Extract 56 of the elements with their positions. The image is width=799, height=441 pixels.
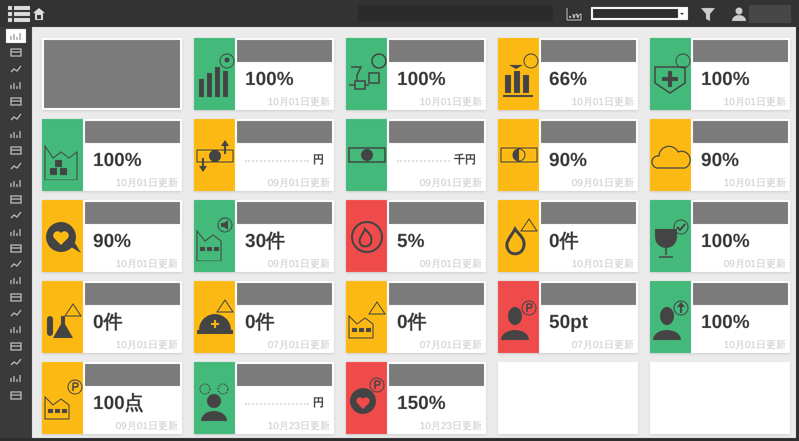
chart-icon	[10, 112, 22, 122]
chart-icon	[10, 96, 22, 106]
metric-value: 円	[313, 398, 324, 409]
metric-value: 100点	[93, 394, 144, 413]
chart-icon	[10, 64, 22, 74]
filter-icon[interactable]	[701, 6, 715, 20]
chart-icon	[10, 47, 22, 58]
chart-icon	[10, 226, 22, 237]
chart-icon	[10, 373, 22, 384]
metric-value: 100%	[93, 151, 142, 170]
chart-icon	[10, 259, 22, 270]
chart-icon	[10, 178, 22, 188]
metric-value: 100%	[701, 232, 750, 251]
chart-icon	[10, 356, 22, 367]
sidebar-item[interactable]	[6, 29, 26, 43]
chart-icon	[10, 145, 22, 156]
metric-value: 30件	[245, 232, 286, 251]
metric-value: 90%	[93, 232, 132, 251]
metric-value: 100%	[701, 313, 750, 332]
metric-value: 50pt	[549, 313, 588, 332]
metric-value: 150%	[397, 394, 446, 413]
chart-icon	[10, 80, 22, 90]
chart-icon	[10, 390, 22, 400]
chart-icon	[10, 340, 22, 351]
user-icon[interactable]	[732, 6, 746, 20]
dotted-line	[245, 159, 309, 162]
home-icon[interactable]	[33, 8, 45, 20]
metric-value: 100%	[397, 70, 446, 89]
chart-icon	[10, 194, 22, 204]
dotted-line	[397, 159, 450, 162]
menu-icon[interactable]	[8, 6, 30, 22]
metric-value: 100%	[701, 70, 750, 89]
metric-value: 0件	[549, 232, 579, 251]
metric-value: 0件	[245, 313, 275, 332]
metric-value: 90%	[701, 151, 740, 170]
chart-icon	[10, 275, 22, 286]
metric-value: 5%	[397, 232, 424, 251]
dropdown[interactable]	[591, 7, 688, 20]
chart-icon	[10, 161, 22, 172]
metric-value: 0件	[397, 313, 427, 332]
chart-icon	[10, 31, 22, 41]
chart-icon	[10, 210, 22, 220]
chart-icon	[10, 292, 22, 302]
caret-icon	[678, 9, 686, 18]
dotted-line	[245, 402, 309, 405]
metric-value: 0件	[93, 313, 123, 332]
metric-value: 円	[313, 155, 324, 166]
chart-icon	[10, 308, 22, 318]
metric-value: 100%	[245, 70, 294, 89]
chart-icon	[10, 324, 22, 334]
metric-value: 90%	[549, 151, 588, 170]
factory-icon[interactable]	[566, 6, 582, 20]
chart-icon	[10, 242, 22, 253]
metric-value: 66%	[549, 70, 588, 89]
chart-icon	[10, 128, 22, 139]
metric-value: 千円	[454, 155, 476, 166]
